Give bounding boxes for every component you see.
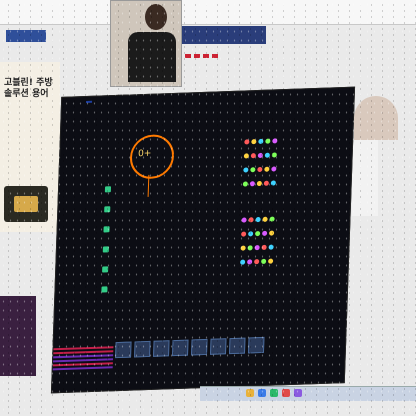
score-row-5 — [178, 214, 277, 226]
score-row-2 — [180, 150, 279, 162]
player-portrait-icon — [101, 286, 108, 293]
game-title-bar — [82, 100, 100, 104]
ad-product-image — [4, 186, 48, 222]
radar-tail — [147, 174, 150, 197]
row-name — [177, 236, 195, 237]
game-icon[interactable] — [282, 389, 290, 397]
row-icons — [241, 214, 276, 224]
row-name — [178, 222, 196, 223]
ad-title: 고블린! 주방 솔루션 용어 — [4, 78, 53, 99]
radar-ring — [129, 133, 175, 180]
hero-portrait — [153, 340, 170, 357]
score-row-8 — [176, 256, 275, 268]
bottom-label-list — [52, 346, 114, 372]
bottom-label — [52, 366, 113, 371]
streamer-head — [145, 4, 167, 30]
row-icons — [242, 178, 278, 188]
player-portrait-icon — [104, 206, 111, 213]
secondary-webcam — [0, 296, 36, 376]
row-icons — [240, 256, 275, 266]
site-tab-1[interactable] — [185, 54, 191, 58]
score-row-1 — [180, 136, 279, 148]
taskbar-icons — [246, 389, 302, 397]
browser-top-bar — [0, 0, 416, 25]
row-icons — [240, 242, 275, 252]
hero-portrait — [190, 338, 208, 356]
row-name — [180, 144, 198, 145]
hero-portrait — [228, 337, 246, 355]
folder-icon[interactable] — [246, 389, 254, 397]
site-tab-3[interactable] — [203, 54, 209, 58]
browser-icon[interactable] — [258, 389, 266, 397]
row-icons — [243, 164, 278, 174]
score-row-3 — [179, 164, 278, 176]
game-scoreboard-window: 0+ — [50, 86, 356, 394]
player-portrait-icon — [104, 186, 112, 193]
score-row-4 — [179, 178, 278, 190]
hero-portrait — [209, 338, 227, 355]
row-icons — [244, 136, 279, 146]
right-ad-panel — [352, 140, 378, 216]
hero-portrait — [134, 340, 151, 358]
game-subtitle — [70, 106, 340, 115]
streamer-body — [128, 32, 176, 82]
right-ad-model — [354, 96, 398, 140]
site-tab-4[interactable] — [212, 54, 218, 58]
app-icon[interactable] — [294, 389, 302, 397]
site-logo[interactable] — [6, 30, 46, 42]
row-name — [176, 264, 194, 265]
row-name — [179, 186, 197, 187]
row-name — [179, 172, 197, 173]
row-name — [180, 158, 198, 159]
score-row-7 — [177, 242, 276, 254]
player-portrait-icon — [102, 266, 109, 273]
hero-portrait — [172, 339, 189, 357]
row-icons — [241, 228, 276, 238]
score-row-6 — [177, 228, 276, 240]
hero-portrait — [247, 336, 265, 354]
player-portrait-icon — [103, 226, 110, 233]
row-icons — [243, 150, 279, 160]
hero-portrait — [115, 341, 132, 359]
player-portrait-icon — [102, 246, 109, 253]
row-name — [177, 250, 195, 251]
chat-icon[interactable] — [270, 389, 278, 397]
hero-portrait-strip — [115, 336, 265, 359]
radar-value: 0+ — [137, 148, 152, 160]
site-tabs[interactable] — [185, 54, 218, 58]
game-title-part-2 — [85, 100, 93, 104]
taskbar — [200, 386, 416, 401]
site-tab-2[interactable] — [194, 54, 200, 58]
